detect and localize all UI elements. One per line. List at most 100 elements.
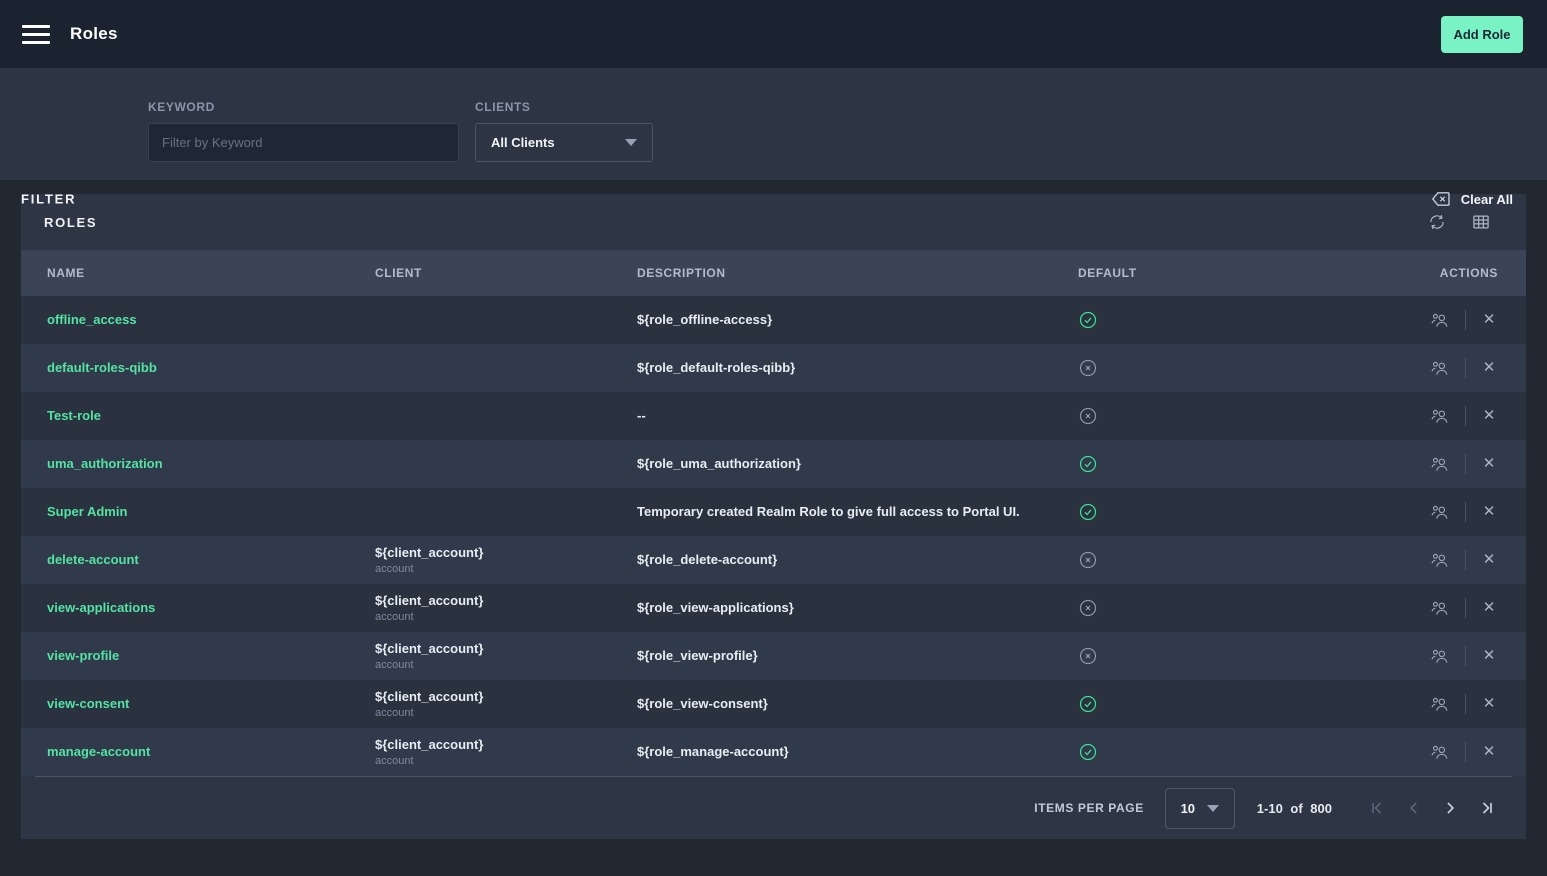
role-name-link[interactable]: offline_access	[47, 312, 137, 327]
role-name-link[interactable]: view-consent	[47, 696, 129, 711]
table-row: Test-role --	[21, 392, 1526, 440]
role-name-link[interactable]: Test-role	[47, 408, 101, 423]
add-role-button[interactable]: Add Role	[1441, 16, 1523, 53]
default-cell	[1078, 694, 1298, 714]
check-circle-icon	[1078, 742, 1098, 762]
client-id: account	[375, 563, 637, 575]
action-divider	[1465, 598, 1466, 618]
delete-role-icon[interactable]: ✕	[1480, 311, 1498, 329]
check-circle-icon	[1078, 454, 1098, 474]
client-id: account	[375, 755, 637, 767]
table-row: offline_access ${role_offline-access}	[21, 296, 1526, 344]
items-per-page-label: ITEMS PER PAGE	[1034, 801, 1144, 815]
role-description: ${role_view-applications}	[637, 600, 794, 615]
role-description: Temporary created Realm Role to give ful…	[637, 504, 1020, 519]
assign-users-icon[interactable]	[1430, 406, 1451, 427]
client-name: ${client_account}	[375, 593, 637, 608]
client-name: ${client_account}	[375, 545, 637, 560]
role-description: --	[637, 408, 646, 423]
table-row: view-consent ${client_account} account $…	[21, 680, 1526, 728]
items-per-page-select[interactable]: 10	[1165, 788, 1235, 829]
clients-selected-value: All Clients	[491, 135, 555, 150]
assign-users-icon[interactable]	[1430, 646, 1451, 667]
assign-users-icon[interactable]	[1430, 310, 1451, 331]
hamburger-menu-icon[interactable]	[22, 25, 50, 44]
first-page-icon[interactable]	[1360, 796, 1396, 820]
default-cell	[1078, 310, 1298, 330]
action-divider	[1465, 694, 1466, 714]
role-description: ${role_view-consent}	[637, 696, 768, 711]
default-cell	[1078, 646, 1298, 666]
x-circle-icon	[1078, 358, 1098, 378]
action-divider	[1465, 646, 1466, 666]
table-view-icon[interactable]	[1471, 212, 1491, 232]
column-header-default: DEFAULT	[1078, 266, 1298, 280]
previous-page-icon[interactable]	[1396, 796, 1432, 820]
card-toolbar	[1427, 212, 1491, 232]
clients-select[interactable]: All Clients	[475, 123, 653, 162]
action-divider	[1465, 502, 1466, 522]
assign-users-icon[interactable]	[1430, 358, 1451, 379]
action-divider	[1465, 454, 1466, 474]
clients-field-group: CLIENTS All Clients	[475, 100, 653, 162]
table-body: offline_access ${role_offline-access}	[21, 296, 1526, 776]
table-row: view-profile ${client_account} account $…	[21, 632, 1526, 680]
default-cell	[1078, 502, 1298, 522]
role-name-link[interactable]: delete-account	[47, 552, 139, 567]
table-row: delete-account ${client_account} account…	[21, 536, 1526, 584]
filter-section-label: FILTER	[21, 192, 76, 207]
column-header-name: NAME	[21, 266, 375, 280]
delete-role-icon[interactable]: ✕	[1480, 695, 1498, 713]
default-cell	[1078, 598, 1298, 618]
roles-card: ROLES NAME	[21, 194, 1526, 839]
role-name-link[interactable]: view-profile	[47, 648, 119, 663]
assign-users-icon[interactable]	[1430, 550, 1451, 571]
delete-role-icon[interactable]: ✕	[1480, 551, 1498, 569]
assign-users-icon[interactable]	[1430, 694, 1451, 715]
x-circle-icon	[1078, 646, 1098, 666]
pagination-range-text: 1-10 of 800	[1257, 801, 1332, 816]
client-name: ${client_account}	[375, 737, 637, 752]
role-name-link[interactable]: uma_authorization	[47, 456, 163, 471]
role-name-link[interactable]: view-applications	[47, 600, 155, 615]
chevron-down-icon	[625, 139, 637, 146]
action-divider	[1465, 358, 1466, 378]
role-description: ${role_manage-account}	[637, 744, 789, 759]
top-bar: Roles Add Role	[0, 0, 1547, 68]
assign-users-icon[interactable]	[1430, 598, 1451, 619]
assign-users-icon[interactable]	[1430, 502, 1451, 523]
clear-all-button[interactable]: Clear All	[1430, 188, 1513, 210]
assign-users-icon[interactable]	[1430, 742, 1451, 763]
role-name-link[interactable]: default-roles-qibb	[47, 360, 157, 375]
delete-role-icon[interactable]: ✕	[1480, 503, 1498, 521]
role-description: ${role_offline-access}	[637, 312, 772, 327]
delete-role-icon[interactable]: ✕	[1480, 407, 1498, 425]
action-divider	[1465, 406, 1466, 426]
keyword-search-input[interactable]	[148, 123, 459, 162]
role-description: ${role_delete-account}	[637, 552, 777, 567]
delete-role-icon[interactable]: ✕	[1480, 743, 1498, 761]
action-divider	[1465, 742, 1466, 762]
action-divider	[1465, 310, 1466, 330]
default-cell	[1078, 550, 1298, 570]
items-per-page-value: 10	[1181, 801, 1195, 816]
assign-users-icon[interactable]	[1430, 454, 1451, 475]
table-row: default-roles-qibb ${role_default-roles-…	[21, 344, 1526, 392]
table-row: manage-account ${client_account} account…	[21, 728, 1526, 776]
delete-role-icon[interactable]: ✕	[1480, 647, 1498, 665]
last-page-icon[interactable]	[1468, 796, 1504, 820]
role-name-link[interactable]: Super Admin	[47, 504, 127, 519]
check-circle-icon	[1078, 502, 1098, 522]
delete-role-icon[interactable]: ✕	[1480, 599, 1498, 617]
delete-role-icon[interactable]: ✕	[1480, 359, 1498, 377]
refresh-icon[interactable]	[1427, 212, 1447, 232]
next-page-icon[interactable]	[1432, 796, 1468, 820]
table-row: view-applications ${client_account} acco…	[21, 584, 1526, 632]
x-circle-icon	[1078, 550, 1098, 570]
table-row: Super Admin Temporary created Realm Role…	[21, 488, 1526, 536]
filter-bar: FILTER KEYWORD CLIENTS All Clients Clear…	[0, 68, 1547, 180]
role-name-link[interactable]: manage-account	[47, 744, 150, 759]
delete-role-icon[interactable]: ✕	[1480, 455, 1498, 473]
column-header-client: CLIENT	[375, 266, 637, 280]
check-circle-icon	[1078, 310, 1098, 330]
